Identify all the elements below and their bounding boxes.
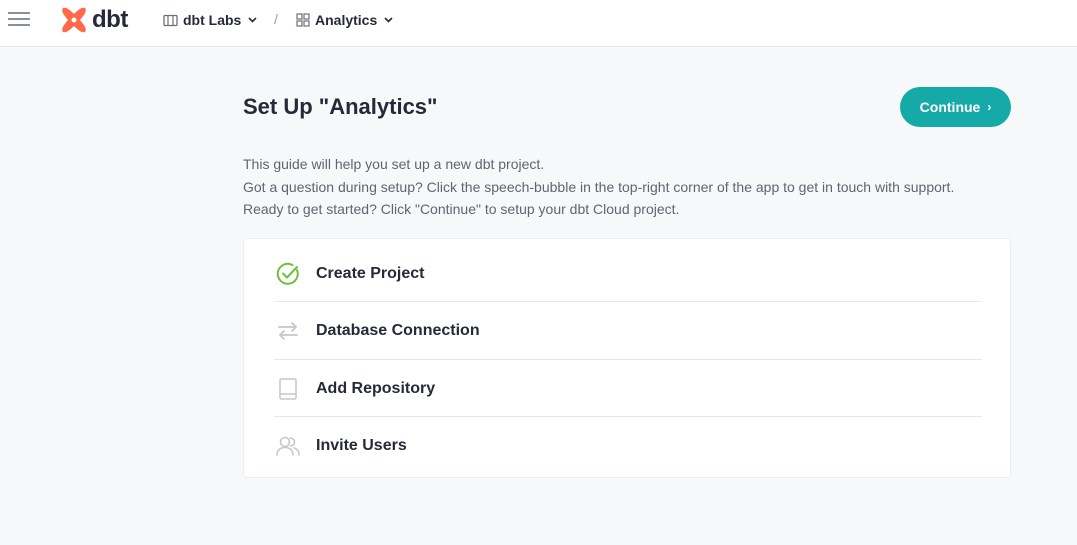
project-name: Analytics [315, 12, 378, 28]
step-database-connection[interactable]: Database Connection [274, 302, 982, 359]
dbt-logo-icon [62, 7, 86, 33]
building-icon [163, 14, 178, 27]
users-icon [274, 432, 302, 460]
chevron-down-icon [384, 17, 393, 23]
step-label: Database Connection [316, 321, 480, 339]
step-label: Add Repository [316, 379, 436, 397]
setup-guide-text: This guide will help you set up a new db… [243, 153, 954, 221]
step-add-repository[interactable]: Add Repository [274, 360, 982, 417]
top-navigation-bar: dbt dbt Labs / Analytics [0, 0, 1077, 47]
menu-icon[interactable] [8, 9, 30, 29]
check-circle-icon [274, 260, 302, 288]
step-label: Create Project [316, 264, 425, 282]
guide-line: This guide will help you set up a new db… [243, 156, 545, 172]
logo-text: dbt [92, 6, 128, 33]
continue-label: Continue [919, 99, 981, 115]
guide-line: Ready to get started? Click "Continue" t… [243, 201, 680, 217]
step-create-project[interactable]: Create Project [274, 245, 982, 302]
account-switcher[interactable]: dbt Labs [163, 9, 257, 31]
grid-icon [296, 13, 310, 27]
guide-line: Got a question during setup? Click the s… [243, 178, 955, 195]
page-title: Set Up "Analytics" [243, 94, 438, 119]
step-invite-users[interactable]: Invite Users [274, 417, 982, 474]
step-label: Invite Users [316, 436, 407, 454]
project-switcher[interactable]: Analytics [296, 9, 393, 31]
continue-button[interactable]: Continue › [900, 87, 1011, 127]
swap-arrows-icon [274, 317, 302, 345]
book-icon [274, 375, 302, 403]
account-name: dbt Labs [183, 12, 242, 28]
breadcrumb-separator: / [274, 11, 278, 27]
chevron-right-icon: › [987, 100, 992, 114]
setup-steps-card: Create Project Database Connection Add R… [243, 238, 1011, 478]
chevron-down-icon [248, 17, 257, 23]
dbt-logo[interactable]: dbt [60, 5, 128, 35]
